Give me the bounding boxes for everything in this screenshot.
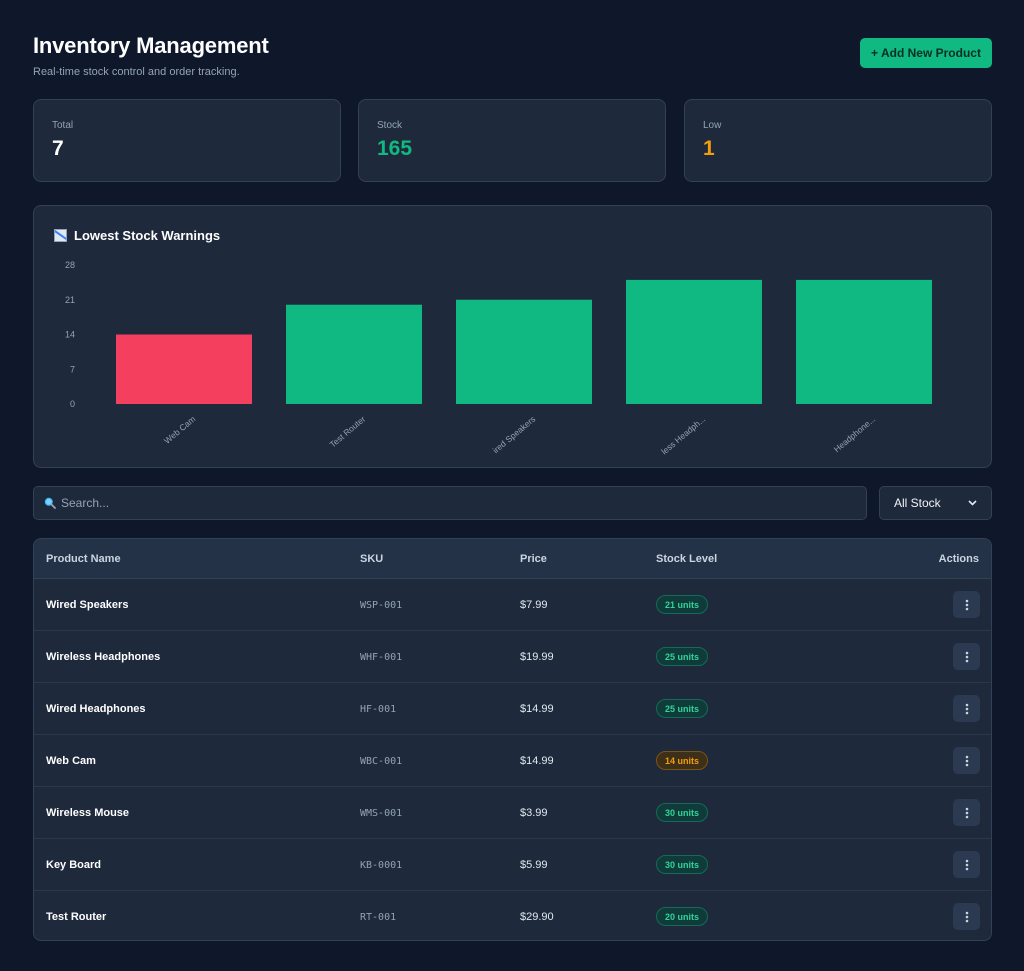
more-vertical-icon	[965, 599, 968, 610]
column-header-actions: Actions	[938, 553, 979, 565]
x-tick-label: ired Speakers	[491, 414, 538, 455]
product-name: Wired Headphones	[46, 703, 146, 715]
page-header: Inventory Management Real-time stock con…	[33, 33, 992, 83]
stat-card-total: Total 7	[33, 99, 341, 182]
row-actions-button[interactable]	[953, 903, 980, 930]
stock-level-badge: 20 units	[656, 907, 709, 926]
search-icon	[44, 497, 56, 509]
y-tick-label: 21	[65, 295, 75, 305]
stat-value: 7	[52, 137, 64, 160]
products-table: Product Name SKU Price Stock Level Actio…	[33, 538, 992, 941]
more-vertical-icon	[965, 859, 968, 870]
search-box[interactable]	[33, 486, 867, 520]
stat-card-stock: Stock 165	[358, 99, 666, 182]
stock-filter-select[interactable]: All Stock	[879, 486, 992, 520]
table-row[interactable]: Wired Speakers WSP-001 $7.99 21 units	[34, 579, 991, 631]
column-header-stock-level[interactable]: Stock Level	[656, 553, 717, 565]
product-name: Key Board	[46, 859, 102, 871]
product-sku: HF-001	[360, 704, 397, 715]
y-tick-label: 7	[70, 364, 75, 374]
product-sku: RT-001	[360, 912, 397, 923]
product-price: $7.99	[520, 599, 548, 611]
product-price: $19.99	[520, 651, 554, 663]
stock-level-badge: 14 units	[656, 751, 709, 770]
table-row[interactable]: Web Cam WBC-001 $14.99 14 units	[34, 735, 991, 787]
lowest-stock-chart-card: Lowest Stock Warnings 0 7 14 21 28 Web Cam Tes…	[33, 205, 992, 468]
y-tick-label: 0	[70, 399, 75, 409]
product-sku: KB-0001	[360, 860, 403, 871]
product-sku: WHF-001	[360, 652, 403, 663]
product-sku: WSP-001	[360, 600, 403, 611]
search-input[interactable]	[61, 487, 861, 519]
column-header-sku[interactable]: SKU	[360, 553, 383, 565]
stock-level-badge: 30 units	[656, 855, 709, 874]
x-tick-label: Test Router	[328, 414, 368, 450]
row-actions-button[interactable]	[953, 747, 980, 774]
table-row[interactable]: Wireless Headphones WHF-001 $19.99 25 units	[34, 631, 991, 683]
more-vertical-icon	[965, 651, 968, 662]
product-name: Wireless Mouse	[46, 807, 130, 819]
y-tick-label: 28	[65, 260, 75, 270]
stat-value: 165	[377, 137, 413, 160]
bar[interactable]	[116, 334, 252, 405]
x-tick-label: Headphone...	[832, 414, 878, 454]
add-new-product-button[interactable]: + Add New Product	[860, 38, 992, 68]
product-name: Wireless Headphones	[46, 651, 161, 663]
stat-label: Total	[52, 120, 74, 131]
bar[interactable]	[796, 279, 932, 404]
stock-level-badge: 25 units	[656, 699, 709, 718]
page-title: Inventory Management	[33, 33, 269, 58]
column-header-price[interactable]: Price	[520, 553, 547, 565]
page-subtitle: Real-time stock control and order tracki…	[33, 66, 240, 78]
table-header: Product Name SKU Price Stock Level Actio…	[34, 539, 991, 579]
table-row[interactable]: Test Router RT-001 $29.90 20 units	[34, 891, 991, 940]
x-tick-label: less Headph...	[659, 414, 707, 457]
x-tick-label: Web Cam	[162, 414, 197, 446]
more-vertical-icon	[965, 755, 968, 766]
stock-level-badge: 25 units	[656, 647, 709, 666]
bar[interactable]	[286, 304, 422, 404]
stat-label: Low	[703, 120, 722, 131]
bar-chart: 0 7 14 21 28 Web Cam Test Router ired Speakers l…	[65, 260, 932, 457]
stock-level-badge: 30 units	[656, 803, 709, 822]
stats-row: Total 7 Stock 165 Low 1	[33, 99, 992, 182]
y-tick-label: 14	[65, 330, 75, 340]
row-actions-button[interactable]	[953, 695, 980, 722]
stat-card-low: Low 1	[684, 99, 992, 182]
product-price: $14.99	[520, 703, 554, 715]
product-name: Web Cam	[46, 755, 96, 767]
product-price: $5.99	[520, 859, 548, 871]
table-row[interactable]: Wired Headphones HF-001 $14.99 25 units	[34, 683, 991, 735]
product-name: Wired Speakers	[46, 599, 129, 611]
chevron-down-icon	[968, 500, 977, 506]
product-sku: WBC-001	[360, 756, 403, 767]
product-price: $14.99	[520, 755, 554, 767]
product-name: Test Router	[46, 911, 107, 923]
stock-level-badge: 21 units	[656, 595, 709, 614]
product-price: $3.99	[520, 807, 548, 819]
row-actions-button[interactable]	[953, 851, 980, 878]
row-actions-button[interactable]	[953, 643, 980, 670]
product-sku: WMS-001	[360, 808, 403, 819]
row-actions-button[interactable]	[953, 591, 980, 618]
table-row[interactable]: Wireless Mouse WMS-001 $3.99 30 units	[34, 787, 991, 839]
table-row[interactable]: Key Board KB-0001 $5.99 30 units	[34, 839, 991, 891]
row-actions-button[interactable]	[953, 799, 980, 826]
bar[interactable]	[456, 299, 592, 404]
stat-label: Stock	[377, 120, 403, 131]
column-header-product-name[interactable]: Product Name	[46, 553, 121, 565]
more-vertical-icon	[965, 911, 968, 922]
bar[interactable]	[626, 279, 762, 404]
more-vertical-icon	[965, 703, 968, 714]
product-price: $29.90	[520, 911, 554, 923]
stat-value: 1	[703, 137, 715, 160]
stock-filter-value: All Stock	[894, 496, 941, 510]
more-vertical-icon	[965, 807, 968, 818]
